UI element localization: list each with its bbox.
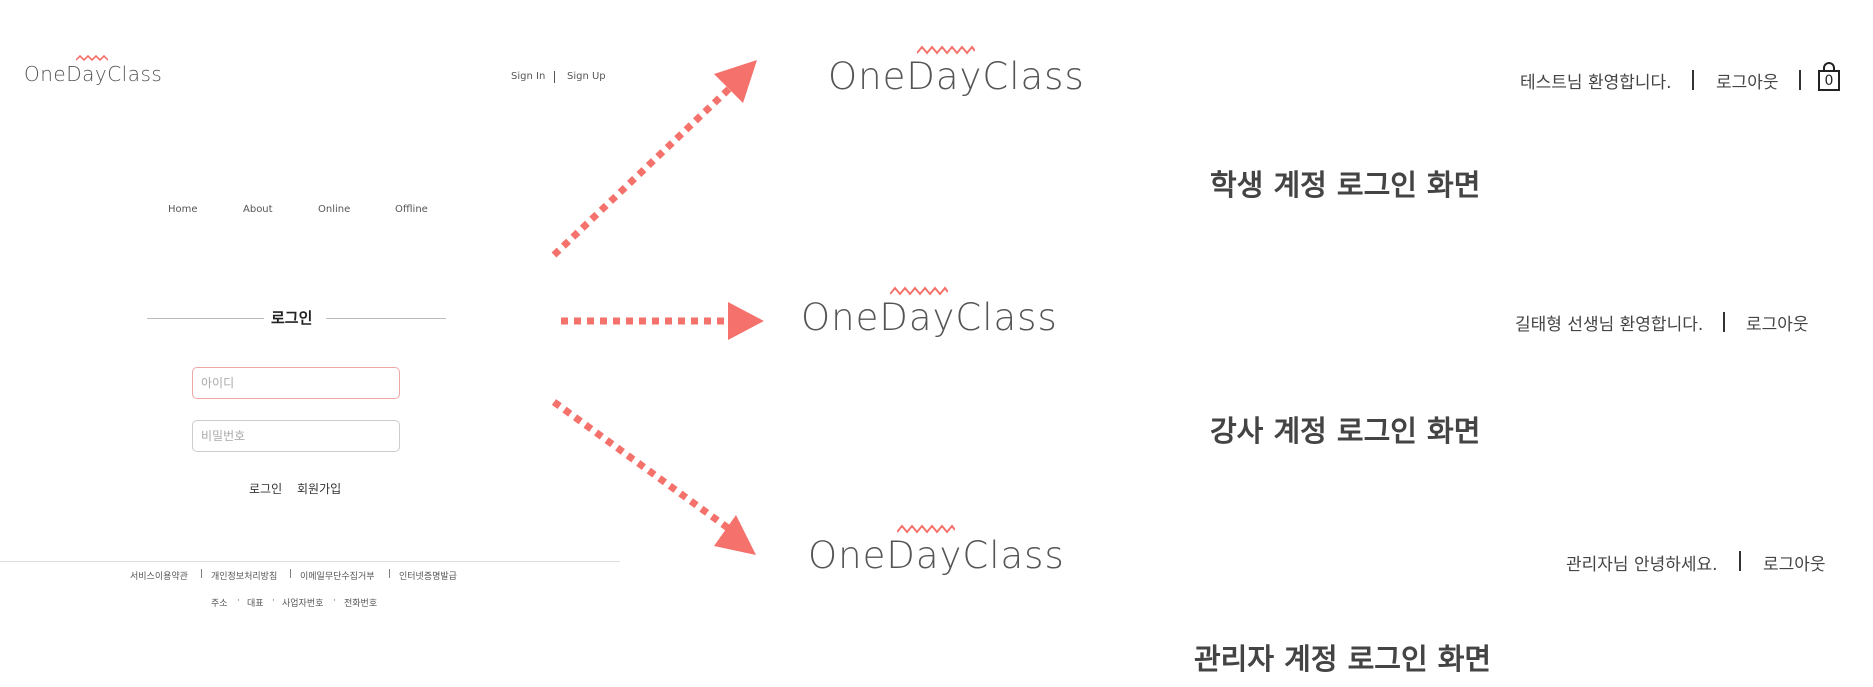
arrows-layer — [551, 60, 764, 555]
admin-caption: 관리자 계정 로그인 화면 — [1194, 642, 1492, 676]
student-logout-link[interactable]: 로그아웃 — [1716, 68, 1779, 93]
arrow-to-student-icon — [551, 60, 757, 258]
instructor-logo[interactable]: OneDayClass — [801, 286, 1057, 339]
logo-text: OneDayClass — [808, 534, 1065, 577]
header-divider — [1739, 551, 1741, 571]
zigzag-icon — [896, 524, 955, 534]
student-caption: 학생 계정 로그인 화면 — [1210, 168, 1481, 202]
header-divider — [1799, 70, 1801, 90]
admin-logout-link[interactable]: 로그아웃 — [1763, 550, 1826, 575]
cart-button[interactable]: 0 — [1817, 62, 1841, 92]
student-logo[interactable]: OneDayClass — [828, 45, 1084, 98]
header-divider — [1723, 312, 1725, 332]
logo-text: OneDayClass — [828, 55, 1085, 98]
arrow-to-instructor-icon — [561, 302, 764, 340]
zigzag-icon — [889, 286, 948, 296]
instructor-caption: 강사 계정 로그인 화면 — [1210, 414, 1481, 448]
instructor-welcome-text: 길태형 선생님 환영합니다. — [1515, 315, 1704, 335]
arrow-to-admin-icon — [551, 399, 756, 555]
cart-count: 0 — [1824, 73, 1834, 89]
header-divider — [1692, 70, 1694, 90]
logo-text: OneDayClass — [801, 296, 1058, 339]
admin-logo[interactable]: OneDayClass — [808, 524, 1064, 577]
admin-welcome-text: 관리자님 안녕하세요. — [1566, 555, 1718, 575]
instructor-logout-link[interactable]: 로그아웃 — [1746, 310, 1809, 335]
student-welcome-text: 테스트님 환영합니다. — [1520, 73, 1672, 93]
zigzag-icon — [916, 45, 975, 55]
